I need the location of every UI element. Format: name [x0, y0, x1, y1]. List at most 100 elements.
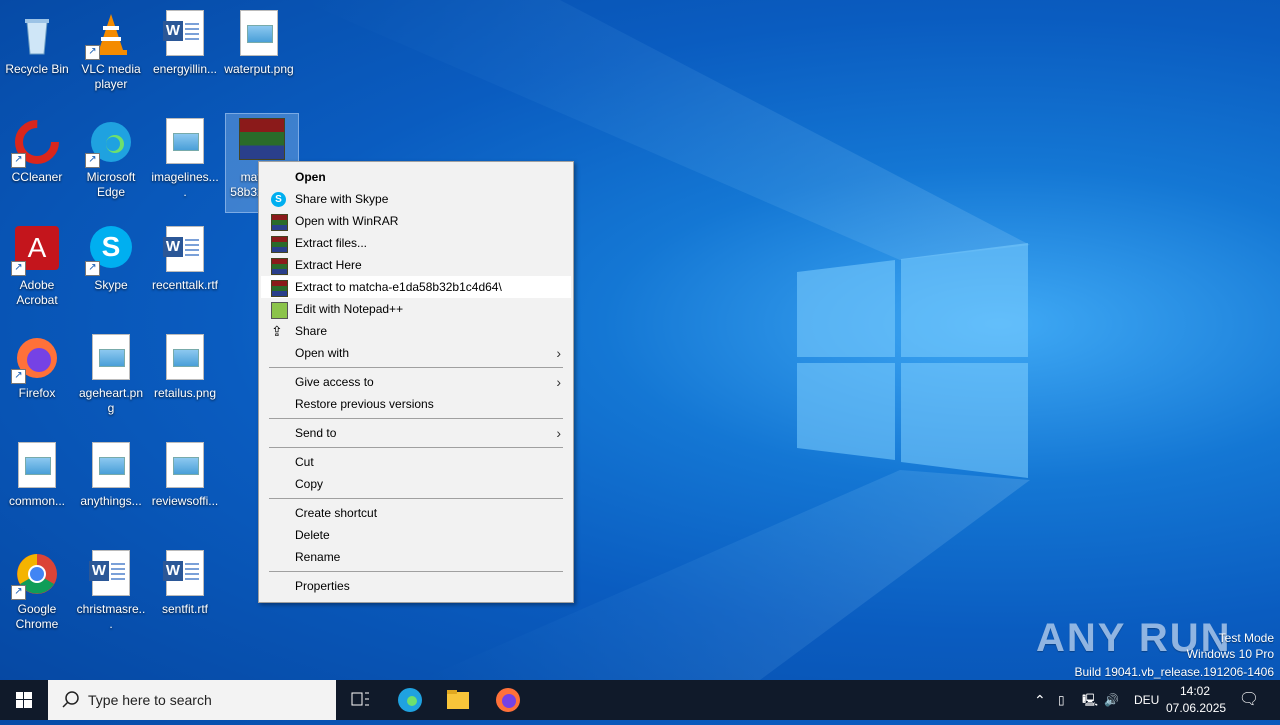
menu-item-label: Cut — [295, 455, 314, 469]
desktop-icon-label: retailus.png — [153, 386, 217, 400]
desktop-icon-firefox[interactable]: ↗ Firefox — [0, 330, 74, 430]
device-icon[interactable]: ▯ — [1058, 680, 1076, 720]
desktop-icon-ccleaner[interactable]: ↗ CCleaner — [0, 114, 74, 214]
menu-item-label: Open with WinRAR — [295, 214, 399, 228]
menu-item-label: Rename — [295, 550, 341, 564]
search-icon — [62, 691, 79, 708]
menu-item-share-skype[interactable]: S Share with Skype — [261, 188, 571, 210]
task-view-button[interactable] — [336, 680, 384, 720]
taskbar-edge[interactable] — [386, 680, 434, 720]
menu-item-label: Send to — [295, 426, 337, 440]
desktop-icon-recenttalk[interactable]: W recenttalk.rtf — [148, 222, 222, 322]
winrar-icon — [271, 280, 288, 297]
menu-item-open-with[interactable]: Open with › — [261, 342, 571, 364]
desktop-icon-anythings[interactable]: anythings... — [74, 438, 148, 538]
shortcut-arrow-icon: ↗ — [85, 45, 100, 60]
shortcut-arrow-icon: ↗ — [11, 369, 26, 384]
firefox-icon: ↗ — [11, 334, 61, 384]
shortcut-arrow-icon: ↗ — [11, 153, 26, 168]
menu-separator — [269, 418, 563, 419]
context-menu: Open S Share with Skype Open with WinRAR … — [258, 161, 574, 603]
desktop-icon-waterput[interactable]: waterput.png — [222, 6, 296, 106]
desktop-icon-retailus[interactable]: retailus.png — [148, 330, 222, 430]
menu-item-copy[interactable]: Copy — [261, 473, 571, 495]
language-indicator[interactable]: DEU — [1134, 680, 1160, 720]
volume-icon[interactable]: 🔊 — [1104, 680, 1124, 720]
shortcut-arrow-icon: ↗ — [11, 585, 26, 600]
folder-icon — [447, 690, 469, 709]
taskbar: Type here to search ⌃ ▯ 🖳 🔊 DEU 14:02 07… — [0, 680, 1280, 720]
desktop-icon-chrome[interactable]: ↗ Google Chrome — [0, 546, 74, 646]
menu-item-label: Open with — [295, 346, 350, 360]
word-document-icon: W — [87, 550, 135, 598]
acrobat-icon: A ↗ — [11, 226, 61, 276]
show-hidden-icons-chevron-icon[interactable]: ⌃ — [1034, 680, 1052, 720]
desktop-icon-energyillin[interactable]: W energyillin... — [148, 6, 222, 106]
notification-center-icon[interactable]: 🗨 — [1234, 680, 1264, 720]
menu-item-cut[interactable]: Cut — [261, 451, 571, 473]
menu-item-open-winrar[interactable]: Open with WinRAR — [261, 210, 571, 232]
desktop-icon-label: Firefox — [18, 386, 56, 400]
menu-item-label: Create shortcut — [295, 506, 378, 520]
image-file-icon — [87, 334, 135, 382]
desktop-icon-label: imagelines.... — [151, 170, 219, 199]
desktop-icon-edge[interactable]: ↗ Microsoft Edge — [74, 114, 148, 214]
word-document-icon: W — [161, 550, 209, 598]
desktop-icon-common[interactable]: common... — [0, 438, 74, 538]
windows-edition-label: Windows 10 Pro — [1186, 647, 1274, 661]
menu-item-restore-versions[interactable]: Restore previous versions — [261, 393, 571, 415]
desktop-icon-label: waterput.png — [224, 62, 294, 76]
desktop-icon-imagelines[interactable]: imagelines.... — [148, 114, 222, 214]
desktop-icon-vlc[interactable]: ↗ VLC media player — [74, 6, 148, 106]
desktop-icon-label: sentfit.rtf — [161, 602, 208, 616]
menu-item-send-to[interactable]: Send to › — [261, 422, 571, 444]
chevron-right-icon: › — [556, 345, 561, 361]
clock-date: 07.06.2025 — [1166, 701, 1227, 715]
winrar-icon — [271, 214, 288, 231]
start-button[interactable] — [0, 680, 48, 720]
skype-icon: S ↗ — [85, 226, 135, 276]
taskbar-firefox[interactable] — [484, 680, 532, 720]
desktop-icon-christmasre[interactable]: W christmasre... — [74, 546, 148, 646]
menu-item-create-shortcut[interactable]: Create shortcut — [261, 502, 571, 524]
network-icon[interactable]: 🖳 — [1082, 680, 1100, 720]
menu-item-label: Edit with Notepad++ — [295, 302, 404, 316]
menu-item-extract-to-folder[interactable]: Extract to matcha-e1da58b32b1c4d64\ — [261, 276, 571, 298]
word-document-icon: W — [161, 226, 209, 274]
vlc-cone-icon: ↗ — [85, 10, 135, 60]
menu-item-rename[interactable]: Rename — [261, 546, 571, 568]
menu-separator — [269, 571, 563, 572]
windows-logo-icon — [16, 692, 32, 708]
menu-item-edit-notepadpp[interactable]: Edit with Notepad++ — [261, 298, 571, 320]
menu-separator — [269, 498, 563, 499]
desktop-icon-sentfit[interactable]: W sentfit.rtf — [148, 546, 222, 646]
winrar-icon — [271, 236, 288, 253]
menu-item-extract-files[interactable]: Extract files... — [261, 232, 571, 254]
menu-item-properties[interactable]: Properties — [261, 575, 571, 597]
desktop-icon-label: energyillin... — [152, 62, 218, 76]
taskbar-file-explorer[interactable] — [434, 680, 482, 720]
desktop-icon-ageheart[interactable]: ageheart.png — [74, 330, 148, 430]
desktop-icon-label: common... — [8, 494, 65, 508]
desktop-icon-recycle-bin[interactable]: Recycle Bin — [0, 6, 74, 106]
menu-item-label: Extract to matcha-e1da58b32b1c4d64\ — [295, 280, 502, 294]
menu-item-give-access[interactable]: Give access to › — [261, 371, 571, 393]
desktop-icon-label: Skype — [94, 278, 128, 292]
desktop-icon-skype[interactable]: S ↗ Skype — [74, 222, 148, 322]
clock[interactable]: 14:02 07.06.2025 — [1166, 680, 1227, 720]
build-label: Build 19041.vb_release.191206-1406 — [1074, 665, 1275, 679]
desktop-icon-reviewsoffi[interactable]: reviewsoffi... — [148, 438, 222, 538]
menu-item-open[interactable]: Open — [261, 166, 571, 188]
menu-item-label: Restore previous versions — [295, 397, 434, 411]
image-file-icon — [87, 442, 135, 490]
winrar-archive-icon — [238, 118, 286, 166]
menu-item-label: Properties — [295, 579, 350, 593]
menu-item-share[interactable]: ⇪ Share — [261, 320, 571, 342]
menu-item-extract-here[interactable]: Extract Here — [261, 254, 571, 276]
menu-item-label: Share — [295, 324, 328, 338]
menu-item-delete[interactable]: Delete — [261, 524, 571, 546]
desktop-icon-acrobat[interactable]: A ↗ Adobe Acrobat — [0, 222, 74, 322]
taskbar-search-box[interactable]: Type here to search — [48, 680, 336, 720]
skype-icon: S — [271, 192, 286, 207]
menu-item-label: Give access to — [295, 375, 374, 389]
